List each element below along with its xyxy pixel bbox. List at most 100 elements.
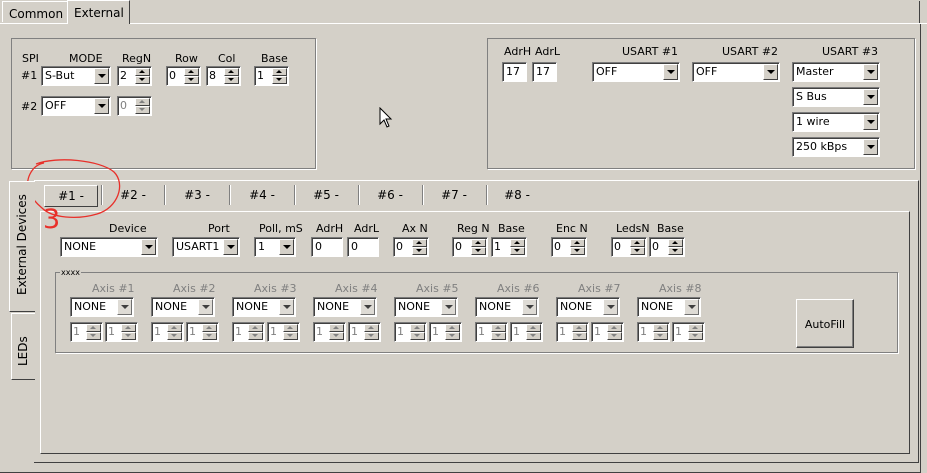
chevron-down-icon[interactable] [522, 299, 537, 315]
spin-down-icon[interactable] [121, 332, 136, 340]
spin-up-icon[interactable] [526, 324, 541, 332]
spin-down-icon[interactable] [272, 76, 287, 84]
spin-down-icon[interactable] [445, 332, 460, 340]
spin-down-icon[interactable] [570, 247, 585, 255]
dev-adrh-field[interactable]: 0 [311, 237, 343, 257]
usart3-mode-select[interactable]: Master [792, 62, 880, 82]
axn-stepper[interactable]: 0 [393, 237, 429, 257]
spin-up-icon[interactable] [630, 239, 645, 247]
spin-down-icon[interactable] [86, 332, 101, 340]
usart3-wire-select[interactable]: 1 wire [792, 112, 880, 132]
spin-down-icon[interactable] [329, 332, 344, 340]
spi1-base-stepper[interactable]: 1 [254, 66, 289, 86]
spi1-mode-select[interactable]: S-But [41, 66, 111, 86]
tab-external[interactable]: External [67, 0, 130, 24]
dev-base2-stepper[interactable]: 0 [649, 237, 685, 257]
spin-down-icon[interactable] [202, 332, 217, 340]
spin-down-icon[interactable] [167, 332, 182, 340]
spi1-row-stepper[interactable]: 0 [166, 66, 201, 86]
spin-up-icon[interactable] [364, 324, 379, 332]
device-select[interactable]: NONE [60, 237, 158, 257]
device-tab-3[interactable]: #3 - [168, 185, 226, 207]
chevron-down-icon[interactable] [684, 299, 699, 315]
spin-up-icon[interactable] [86, 324, 101, 332]
chevron-down-icon[interactable] [360, 299, 375, 315]
spi2-regn-stepper[interactable]: 0 [117, 96, 152, 116]
chevron-down-icon[interactable] [863, 64, 878, 80]
chevron-down-icon[interactable] [863, 89, 878, 105]
axis-type-select[interactable]: NONE [70, 297, 134, 317]
axis-type-select[interactable]: NONE [556, 297, 620, 317]
spin-down-icon[interactable] [510, 247, 525, 255]
chevron-down-icon[interactable] [141, 239, 156, 255]
chevron-down-icon[interactable] [279, 299, 294, 315]
spin-up-icon[interactable] [491, 324, 506, 332]
chevron-down-icon[interactable] [223, 239, 238, 255]
spin-down-icon[interactable] [410, 332, 425, 340]
device-tab-8[interactable]: #8 - [489, 185, 545, 207]
spin-up-icon[interactable] [283, 324, 298, 332]
device-tab-4[interactable]: #4 - [233, 185, 291, 207]
spin-up-icon[interactable] [135, 68, 150, 76]
spin-down-icon[interactable] [572, 332, 587, 340]
spin-up-icon[interactable] [329, 324, 344, 332]
spin-up-icon[interactable] [471, 239, 486, 247]
axis-a-stepper[interactable]: 1 [556, 322, 589, 342]
spin-up-icon[interactable] [572, 324, 587, 332]
axis-a-stepper[interactable]: 1 [151, 322, 184, 342]
axis-a-stepper[interactable]: 1 [232, 322, 265, 342]
spin-up-icon[interactable] [272, 68, 287, 76]
axis-b-stepper[interactable]: 1 [510, 322, 543, 342]
side-tab-leds[interactable]: LEDs [11, 313, 35, 380]
chevron-down-icon[interactable] [603, 299, 618, 315]
chevron-down-icon[interactable] [863, 139, 878, 155]
axis-type-select[interactable]: NONE [232, 297, 296, 317]
spin-up-icon[interactable] [668, 239, 683, 247]
chevron-down-icon[interactable] [279, 239, 294, 255]
port-select[interactable]: USART1 [172, 237, 240, 257]
axis-type-select[interactable]: NONE [637, 297, 701, 317]
chevron-down-icon[interactable] [763, 64, 778, 80]
usart1-select[interactable]: OFF [592, 62, 680, 82]
axis-b-stepper[interactable]: 1 [267, 322, 300, 342]
chevron-down-icon[interactable] [198, 299, 213, 315]
spin-up-icon[interactable] [202, 324, 217, 332]
spin-down-icon[interactable] [364, 332, 379, 340]
spin-up-icon[interactable] [248, 324, 263, 332]
spin-down-icon[interactable] [412, 247, 427, 255]
spin-up-icon[interactable] [688, 324, 703, 332]
spin-up-icon[interactable] [121, 324, 136, 332]
axis-b-stepper[interactable]: 1 [672, 322, 705, 342]
axis-b-stepper[interactable]: 1 [591, 322, 624, 342]
axis-a-stepper[interactable]: 1 [394, 322, 427, 342]
axis-b-stepper[interactable]: 1 [105, 322, 138, 342]
dev-adrl-field[interactable]: 0 [347, 237, 379, 257]
spin-up-icon[interactable] [224, 68, 239, 76]
spin-down-icon[interactable] [184, 76, 199, 84]
spin-down-icon[interactable] [224, 76, 239, 84]
spin-down-icon[interactable] [607, 332, 622, 340]
spin-down-icon[interactable] [668, 247, 683, 255]
spin-down-icon[interactable] [248, 332, 263, 340]
spin-down-icon[interactable] [526, 332, 541, 340]
spin-down-icon[interactable] [283, 332, 298, 340]
axis-type-select[interactable]: NONE [151, 297, 215, 317]
axis-type-select[interactable]: NONE [394, 297, 458, 317]
spin-up-icon[interactable] [410, 324, 425, 332]
dev-regn-stepper[interactable]: 0 [452, 237, 488, 257]
ledsn-stepper[interactable]: 0 [611, 237, 647, 257]
spin-up-icon[interactable] [510, 239, 525, 247]
axis-a-stepper[interactable]: 1 [70, 322, 103, 342]
spin-up-icon[interactable] [412, 239, 427, 247]
spin-down-icon[interactable] [688, 332, 703, 340]
chevron-down-icon[interactable] [94, 98, 109, 114]
device-tab-5[interactable]: #5 - [297, 185, 355, 207]
autofill-button[interactable]: AutoFill [796, 299, 854, 348]
spi1-col-stepper[interactable]: 8 [206, 66, 241, 86]
spin-up-icon[interactable] [653, 324, 668, 332]
encn-stepper[interactable]: 0 [551, 237, 587, 257]
device-tab-6[interactable]: #6 - [361, 185, 419, 207]
chevron-down-icon[interactable] [117, 299, 132, 315]
axis-b-stepper[interactable]: 1 [348, 322, 381, 342]
axis-type-select[interactable]: NONE [475, 297, 539, 317]
